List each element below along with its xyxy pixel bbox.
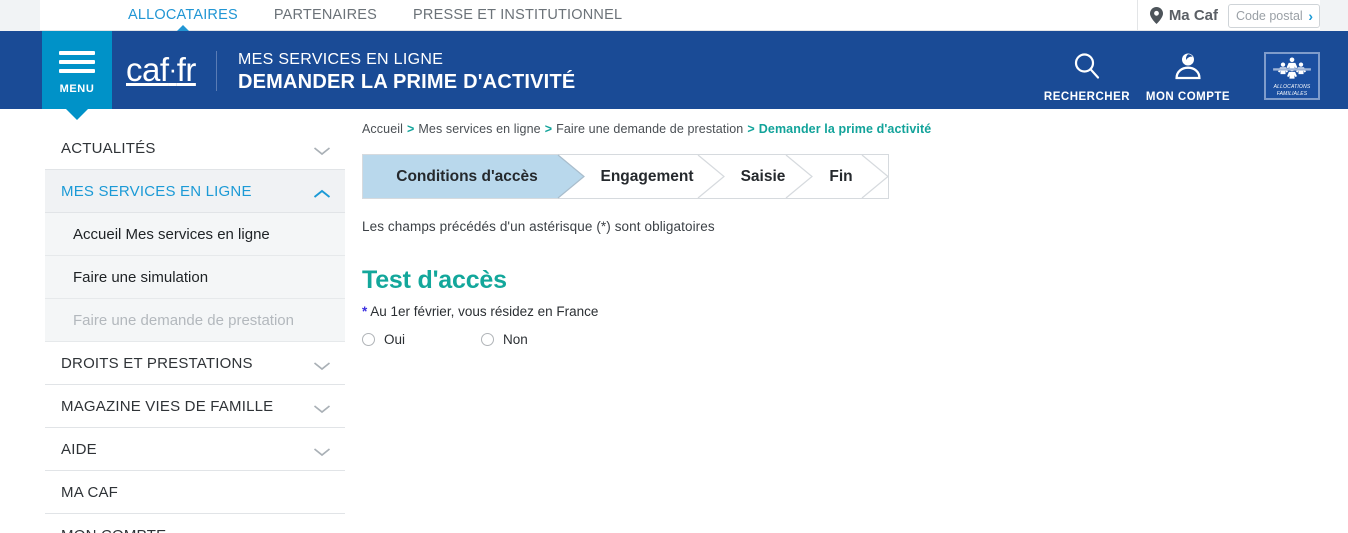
- breadcrumb-item-mes-services[interactable]: Mes services en ligne: [418, 122, 540, 136]
- chevron-down-icon: [313, 358, 331, 371]
- search-button-label: RECHERCHER: [1043, 91, 1131, 103]
- sidebar-item-faire-une-simulation[interactable]: Faire une simulation: [45, 256, 345, 299]
- step-label: Saisie: [740, 167, 786, 185]
- breadcrumb-item-accueil[interactable]: Accueil: [362, 122, 403, 136]
- sidebar-item-droits-et-prestations[interactable]: DROITS ET PRESTATIONS: [45, 342, 345, 385]
- radio-option-oui[interactable]: Oui: [362, 332, 405, 347]
- menu-button[interactable]: MENU: [42, 31, 112, 109]
- sidebar-item-accueil-mes-services[interactable]: Accueil Mes services en ligne: [45, 213, 345, 256]
- sidebar-item-label: MA CAF: [61, 483, 119, 501]
- topnav-item-label: PARTENAIRES: [273, 7, 378, 23]
- topnav-right-gutter: [1320, 0, 1348, 31]
- breadcrumb-separator: >: [407, 122, 415, 136]
- topnav-item-list: ALLOCATAIRES PARTENAIRES PRESSE ET INSTI…: [110, 0, 640, 31]
- residence-radio-group: Oui Non: [362, 332, 1322, 347]
- ma-caf-widget: Ma Caf ›: [1136, 0, 1320, 31]
- chevron-down-icon: [313, 143, 331, 156]
- sidebar-item-label: DROITS ET PRESTATIONS: [61, 354, 253, 372]
- sidebar-item-magazine-vies-de-famille[interactable]: MAGAZINE VIES DE FAMILLE: [45, 385, 345, 428]
- page-title: Test d'accès: [362, 266, 507, 294]
- radio-option-non[interactable]: Non: [481, 332, 528, 347]
- sidebar-item-mon-compte[interactable]: MON COMPTE: [45, 514, 345, 533]
- step-label: Engagement: [600, 167, 694, 185]
- sidebar-item-label: MES SERVICES EN LIGNE: [61, 182, 252, 200]
- top-utility-nav: ALLOCATAIRES PARTENAIRES PRESSE ET INSTI…: [0, 0, 1348, 31]
- breadcrumb-separator: >: [544, 122, 553, 136]
- sidebar-item-aide[interactable]: AIDE: [45, 428, 345, 471]
- sidebar-item-label: AIDE: [61, 440, 97, 458]
- sidebar-item-actualites[interactable]: ACTUALITÉS: [45, 127, 345, 170]
- sidebar-item-ma-caf[interactable]: MA CAF: [45, 471, 345, 514]
- required-asterisk: *: [362, 304, 368, 319]
- page-root: ALLOCATAIRES PARTENAIRES PRESSE ET INSTI…: [0, 0, 1348, 533]
- radio-option-label: Oui: [384, 332, 406, 347]
- service-title-line2: DEMANDER LA PRIME D'ACTIVITÉ: [238, 71, 576, 93]
- question-label: * Au 1er février, vous résidez en France: [362, 304, 1322, 319]
- user-icon: [1173, 53, 1203, 85]
- sidebar-item-label: Faire une simulation: [73, 268, 209, 286]
- caf-logo[interactable]: caf·fr: [126, 51, 196, 89]
- search-icon: [1072, 53, 1102, 85]
- sidebar-item-mes-services-en-ligne[interactable]: MES SERVICES EN LIGNE: [45, 170, 345, 213]
- topnav-left-gutter: [0, 0, 40, 31]
- topnav-item-presse[interactable]: PRESSE ET INSTITUTIONNEL: [395, 0, 640, 31]
- ma-caf-label: Ma Caf: [1168, 7, 1218, 24]
- main-content: Accueil > Mes services en ligne > Faire une …: [362, 122, 1322, 347]
- sidebar-item-faire-une-demande-de-prestation: Faire une demande de prestation: [45, 299, 345, 342]
- sidebar-item-label: ACTUALITÉS: [61, 139, 156, 157]
- breadcrumb-item-demande-prestation[interactable]: Faire une demande de prestation: [556, 122, 743, 136]
- postal-code-input[interactable]: [1236, 8, 1302, 23]
- caf-logo-right: fr: [176, 51, 197, 88]
- header-divider: [216, 51, 217, 91]
- sidebar-item-label: MAGAZINE VIES DE FAMILLE: [61, 397, 274, 415]
- hamburger-icon: [59, 51, 95, 78]
- brand-header-bar: MENU caf·fr MES SERVICES EN LIGNE DEMAND…: [0, 31, 1348, 109]
- radio-circle-icon[interactable]: [481, 333, 495, 346]
- breadcrumb-separator: >: [747, 122, 755, 136]
- topnav-item-allocataires[interactable]: ALLOCATAIRES: [110, 0, 256, 31]
- postal-code-box[interactable]: ›: [1228, 3, 1320, 28]
- radio-circle-icon[interactable]: [362, 333, 375, 346]
- chevron-up-icon: [313, 186, 331, 198]
- account-button[interactable]: MON COMPTE: [1133, 51, 1243, 103]
- sidebar-item-label: MON COMPTE: [61, 527, 166, 533]
- topnav-item-label: PRESSE ET INSTITUTIONNEL: [413, 7, 623, 23]
- postal-code-submit-icon[interactable]: ›: [1308, 9, 1313, 23]
- search-button[interactable]: RECHERCHER: [1032, 51, 1142, 103]
- sidebar-item-label: Faire une demande de prestation: [73, 311, 294, 329]
- sidebar-item-label: Accueil Mes services en ligne: [73, 225, 270, 243]
- location-pin-icon: [1149, 7, 1163, 24]
- caf-logo-dot: ·: [168, 54, 178, 84]
- topnav-item-partenaires[interactable]: PARTENAIRES: [256, 0, 395, 31]
- service-title: MES SERVICES EN LIGNE DEMANDER LA PRIME …: [238, 50, 575, 95]
- menu-button-label: MENU: [59, 83, 95, 95]
- breadcrumb-item-current: Demander la prime d'activité: [758, 122, 932, 136]
- step-progress-bar: Conditions d'accès Engagement Saisie Fin: [362, 154, 889, 199]
- radio-option-label: Non: [503, 332, 528, 347]
- caf-family-logo-icon: ALLOCATIONS FAMILIALES: [1264, 52, 1320, 100]
- badge-label-line2: FAMILIALES: [1276, 90, 1308, 97]
- sidebar-nav: ACTUALITÉS MES SERVICES EN LIGNE Accueil…: [45, 127, 345, 533]
- topnav-item-label: ALLOCATAIRES: [128, 7, 238, 23]
- step-label: Conditions d'accès: [396, 167, 538, 185]
- chevron-down-icon: [313, 401, 331, 414]
- caf-logo-left: caf: [126, 51, 169, 88]
- step-label: Fin: [829, 167, 853, 185]
- question-text: Au 1er février, vous résidez en France: [370, 304, 599, 319]
- breadcrumb: Accueil > Mes services en ligne > Faire une …: [362, 122, 1322, 136]
- account-button-label: MON COMPTE: [1145, 91, 1231, 103]
- badge-label-line1: ALLOCATIONS: [1273, 83, 1311, 90]
- mandatory-fields-note: Les champs précédés d'un astérisque (*) …: [362, 219, 715, 234]
- service-title-line1: MES SERVICES EN LIGNE: [238, 51, 444, 68]
- chevron-down-icon: [313, 444, 331, 457]
